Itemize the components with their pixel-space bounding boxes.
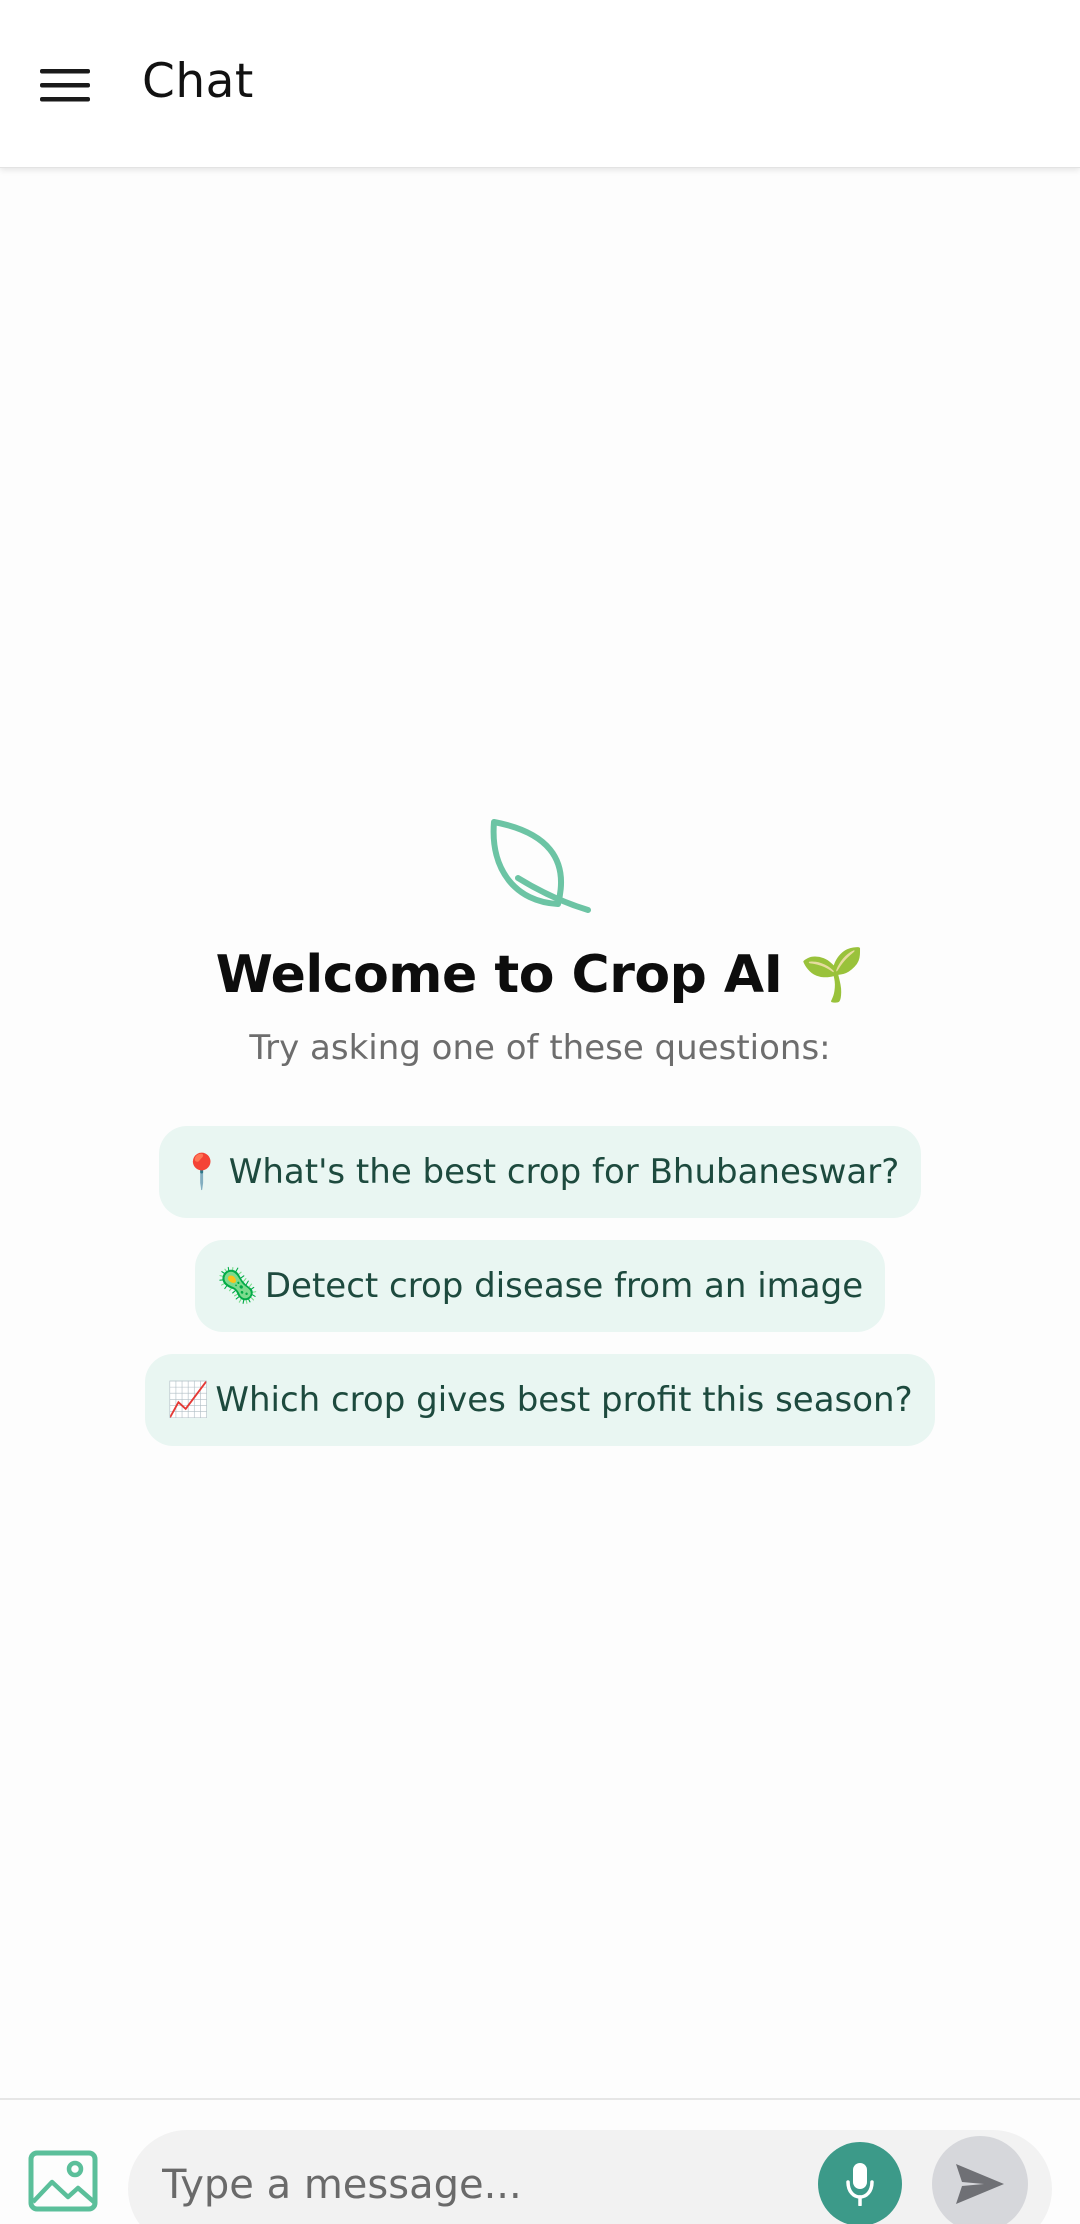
welcome-title: Welcome to Crop AI 🌱 (215, 945, 865, 1005)
suggestion-list: 📍 What's the best crop for Bhubaneswar? … (0, 1126, 1080, 1446)
send-button[interactable] (932, 2136, 1028, 2224)
send-icon (956, 2164, 1004, 2204)
hamburger-menu-icon (40, 69, 90, 102)
menu-button[interactable] (30, 52, 100, 118)
suggestion-text: What's the best crop for Bhubaneswar? (228, 1152, 900, 1192)
app-header: Chat (0, 0, 1080, 168)
suggestion-text: Which crop gives best profit this season… (215, 1380, 913, 1420)
location-pin-icon: 📍 (180, 1152, 224, 1192)
suggestion-text: Detect crop disease from an image (264, 1266, 864, 1306)
message-input-container (128, 2130, 1052, 2224)
chat-screen: Chat Welcome to Crop AI 🌱 Try asking one… (0, 0, 1080, 2224)
welcome-subtitle: Try asking one of these questions: (249, 1028, 831, 1068)
suggestion-chip-best-profit[interactable]: 📈 Which crop gives best profit this seas… (145, 1354, 935, 1446)
suggestion-chip-detect-disease[interactable]: 🦠 Detect crop disease from an image (194, 1240, 886, 1332)
message-composer (0, 2098, 1080, 2224)
message-input[interactable] (162, 2150, 802, 2220)
voice-input-button[interactable] (818, 2142, 902, 2224)
suggestion-chip-best-crop[interactable]: 📍 What's the best crop for Bhubaneswar? (158, 1126, 922, 1218)
microphone-icon (846, 2163, 874, 2206)
page-title: Chat (142, 54, 254, 109)
chart-increasing-icon: 📈 (167, 1380, 210, 1420)
microbe-icon: 🦠 (216, 1266, 260, 1306)
leaf-icon (490, 819, 591, 913)
attach-image-button[interactable] (28, 2150, 98, 2212)
image-icon (28, 2150, 98, 2212)
